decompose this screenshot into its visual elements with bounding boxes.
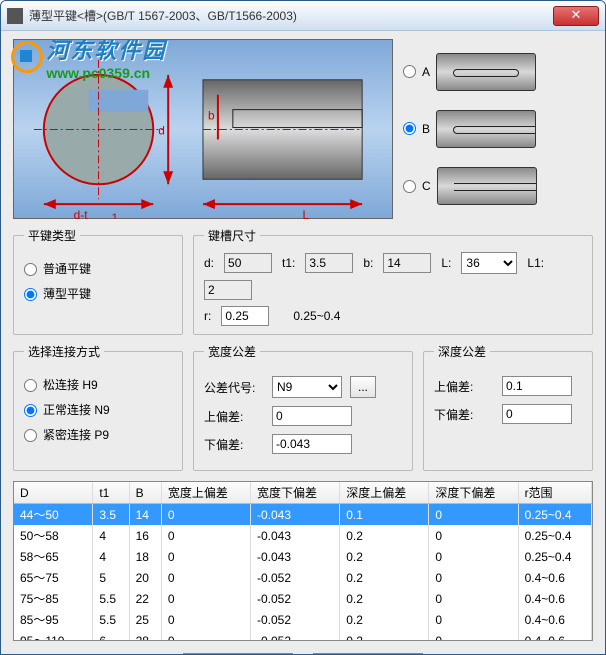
l-select[interactable]: 36: [461, 252, 517, 274]
variant-c-label: C: [422, 179, 431, 193]
variant-b-radio[interactable]: [403, 122, 416, 135]
key-type-normal-radio[interactable]: [24, 263, 37, 276]
column-header[interactable]: 深度下偏差: [429, 482, 518, 504]
svg-text:1: 1: [111, 211, 118, 219]
app-icon: [7, 8, 23, 24]
l1-field: [204, 280, 252, 300]
key-type-thin-radio[interactable]: [24, 288, 37, 301]
variant-a-radio[interactable]: [403, 65, 416, 78]
variant-c-thumb[interactable]: [437, 167, 537, 205]
connection-group: 选择连接方式 松连接 H9 正常连接 N9 紧密连接 P9: [13, 343, 183, 471]
depth-tol-group: 深度公差 上偏差: 下偏差:: [423, 343, 593, 471]
connection-legend: 选择连接方式: [24, 343, 104, 360]
b-field: [383, 253, 431, 273]
depth-tol-legend: 深度公差: [434, 343, 490, 360]
column-header[interactable]: 宽度上偏差: [161, 482, 250, 504]
depth-upper-field[interactable]: [502, 376, 572, 396]
svg-text:L: L: [302, 208, 309, 219]
table-row[interactable]: 50～584160-0.0430.200.25~0.4: [14, 525, 592, 546]
tol-code-select[interactable]: N9: [272, 376, 342, 398]
r-range-label: 0.25~0.4: [293, 309, 340, 323]
width-lower-field[interactable]: [272, 434, 352, 454]
variant-selector: A B C: [403, 39, 593, 219]
svg-text:d: d: [158, 123, 165, 137]
table-row[interactable]: 58～654180-0.0430.200.25~0.4: [14, 546, 592, 567]
key-type-group: 平键类型 普通平键 薄型平键: [13, 227, 183, 335]
variant-b-thumb[interactable]: [436, 110, 536, 148]
table-row[interactable]: 85～955.5250-0.0520.200.4~0.6: [14, 609, 592, 630]
r-field[interactable]: [221, 306, 269, 326]
width-upper-field[interactable]: [272, 406, 352, 426]
variant-b-label: B: [422, 122, 430, 136]
window-title: 薄型平键<槽>(GB/T 1567-2003、GB/T1566-2003): [29, 7, 553, 24]
key-type-legend: 平键类型: [24, 227, 80, 244]
table-row[interactable]: 65～755200-0.0520.200.4~0.6: [14, 567, 592, 588]
t1-field: [305, 253, 353, 273]
preview-diagram: d d-t 1 b L: [13, 39, 393, 219]
column-header[interactable]: t1: [93, 482, 129, 504]
tol-browse-button[interactable]: ...: [350, 376, 376, 398]
slot-dims-group: 键槽尺寸 d: t1: b: L:36 L1: r: 0.25~0.4: [193, 227, 593, 335]
conn-loose-radio[interactable]: [24, 379, 37, 392]
table-row[interactable]: 44～503.5140-0.0430.100.25~0.4: [14, 504, 592, 526]
variant-c-radio[interactable]: [403, 180, 416, 193]
column-header[interactable]: 宽度下偏差: [251, 482, 340, 504]
table-row[interactable]: 95～1106280-0.0520.200.4~0.6: [14, 630, 592, 641]
dialog-window: 薄型平键<槽>(GB/T 1567-2003、GB/T1566-2003) ✕ …: [0, 0, 606, 655]
conn-normal-radio[interactable]: [24, 404, 37, 417]
column-header[interactable]: B: [129, 482, 161, 504]
svg-text:b: b: [208, 109, 215, 123]
slot-dims-legend: 键槽尺寸: [204, 227, 260, 244]
conn-tight-radio[interactable]: [24, 429, 37, 442]
d-field: [224, 253, 272, 273]
close-button[interactable]: ✕: [553, 6, 599, 26]
variant-a-label: A: [422, 65, 430, 79]
titlebar: 薄型平键<槽>(GB/T 1567-2003、GB/T1566-2003) ✕: [1, 1, 605, 31]
column-header[interactable]: r范围: [518, 482, 591, 504]
table-row[interactable]: 75～855.5220-0.0520.200.4~0.6: [14, 588, 592, 609]
width-tol-group: 宽度公差 公差代号: N9 ... 上偏差: 下偏差:: [193, 343, 413, 471]
column-header[interactable]: D: [14, 482, 93, 504]
data-table[interactable]: Dt1B宽度上偏差宽度下偏差深度上偏差深度下偏差r范围 44～503.5140-…: [13, 481, 593, 641]
variant-a-thumb[interactable]: [436, 53, 536, 91]
svg-text:d-t: d-t: [74, 208, 89, 219]
depth-lower-field[interactable]: [502, 404, 572, 424]
column-header[interactable]: 深度上偏差: [340, 482, 429, 504]
width-tol-legend: 宽度公差: [204, 343, 260, 360]
